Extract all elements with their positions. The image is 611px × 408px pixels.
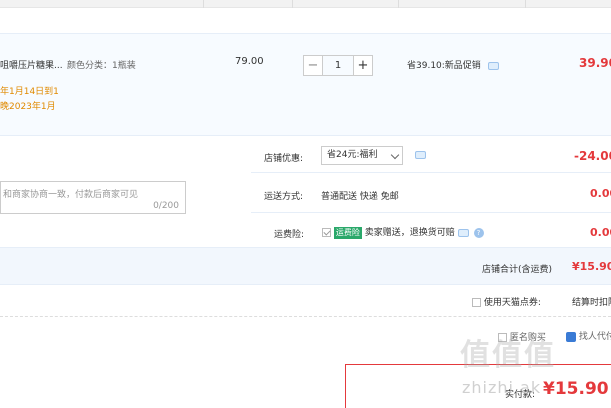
- section-divider: [0, 316, 611, 317]
- header-separator: [525, 0, 526, 8]
- store-total-amount: ¥15.90: [572, 260, 611, 273]
- row-divider: [251, 212, 611, 213]
- checkbox-checked-icon[interactable]: [566, 331, 576, 342]
- header-separator: [203, 0, 204, 8]
- item-subtotal: 39.90: [579, 56, 611, 70]
- chat-bubble-icon[interactable]: [457, 228, 469, 237]
- item-savings-text: 省39.10:新品促销: [407, 61, 481, 71]
- item-promo-line-2: 晚2023年1月: [0, 102, 56, 112]
- item-name[interactable]: 咀嚼压片糖果...: [0, 58, 63, 71]
- insurance-checkbox[interactable]: [322, 228, 331, 237]
- friend-pay-option[interactable]: 找人代付: [566, 329, 611, 342]
- points-deduct-text: 结算时扣除: [572, 298, 611, 308]
- chat-bubble-icon[interactable]: [415, 151, 426, 159]
- points-checkbox[interactable]: [472, 298, 481, 307]
- buyer-message-placeholder: 和商家协商一致，付款后商家可见: [3, 190, 139, 200]
- quantity-plus-button[interactable]: +: [353, 55, 373, 76]
- header-separator: [292, 0, 293, 8]
- row-divider: [251, 172, 611, 173]
- store-total-bar: 店铺合计(含运费) ¥15.90: [0, 247, 611, 285]
- shipping-amount: 0.00: [590, 187, 611, 200]
- points-label: 使用天猫点券:: [483, 298, 541, 308]
- insurance-label: 运费险:: [274, 230, 305, 240]
- header-separator: [398, 0, 399, 8]
- item-promo-line-1: 年1月14日到1: [0, 87, 59, 97]
- insurance-badge: 运费险: [333, 226, 362, 239]
- quantity-input[interactable]: 1: [323, 55, 353, 76]
- quantity-minus-button[interactable]: −: [303, 55, 323, 76]
- insurance-amount: 0.00: [590, 226, 611, 239]
- friend-pay-label: 找人代付: [578, 332, 611, 342]
- insurance-text: 卖家赠送，退换货可赔: [364, 228, 455, 238]
- shipping-value: 普通配送 快递 免邮: [321, 192, 399, 202]
- store-discount-amount: -24.00: [574, 149, 611, 163]
- item-savings: 省39.10:新品促销: [407, 58, 499, 71]
- pay-amount: ¥15.90: [543, 379, 609, 399]
- order-item: 咀嚼压片糖果... 颜色分类：1瓶装 年1月14日到1 晚2023年1月 79.…: [0, 33, 611, 136]
- checkout-page: 咀嚼压片糖果... 颜色分类：1瓶装 年1月14日到1 晚2023年1月 79.…: [0, 0, 611, 408]
- item-sku: 颜色分类：1瓶装: [67, 61, 136, 71]
- store-summary: 店铺优惠: 省24元:福利 -24.00 和商家协商一致，付款后商家可见 0/2…: [0, 137, 611, 247]
- help-icon[interactable]: ?: [473, 227, 484, 238]
- watermark-text: zhizhi.ak: [462, 378, 542, 397]
- points-option: 使用天猫点券:: [472, 295, 541, 308]
- buyer-message-input[interactable]: 和商家协商一致，付款后商家可见 0/200: [0, 181, 186, 214]
- watermark-logo: 值值值: [460, 338, 556, 373]
- shipping-label: 运送方式:: [264, 192, 304, 202]
- store-discount-select[interactable]: 省24元:福利: [321, 146, 403, 165]
- store-discount-label: 店铺优惠:: [264, 154, 304, 164]
- chevron-down-icon: [390, 150, 400, 160]
- chat-bubble-icon[interactable]: [487, 61, 499, 70]
- store-discount-selected: 省24元:福利: [327, 150, 378, 160]
- buyer-message-count: 0/200: [153, 201, 179, 211]
- store-total-label: 店铺合计(含运费): [482, 265, 553, 275]
- insurance-option: 运费险 卖家赠送，退换货可赔 ?: [322, 225, 484, 239]
- table-header-strip: [0, 0, 611, 8]
- quantity-stepper: − 1 +: [303, 55, 373, 76]
- item-unit-price: 79.00: [235, 56, 264, 67]
